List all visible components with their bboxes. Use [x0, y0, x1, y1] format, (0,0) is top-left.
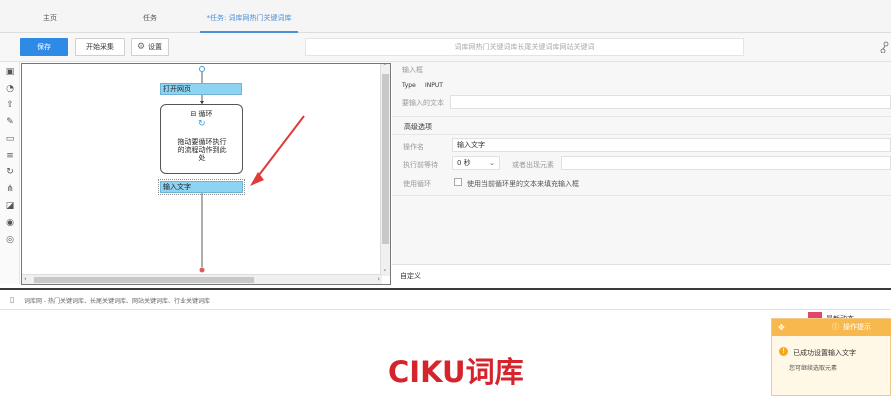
workflow-icon[interactable] — [880, 41, 891, 53]
end-tool-icon[interactable]: ◎ — [4, 234, 16, 246]
scroll-down-icon[interactable]: ˅ — [383, 269, 387, 277]
operation-name-label: 操作名 — [403, 143, 424, 151]
operation-tip-popup: ✥ ⓘ 操作提示 ! 已成功设置输入文字 您可继续选取元素 — [771, 318, 891, 396]
appear-element-field[interactable] — [561, 156, 891, 170]
flow-node-loop[interactable]: ⊟ 循环 ↻ 拖动要循环执行的流程动作到此处 — [160, 104, 243, 174]
hover-tool-icon[interactable]: ◪ — [4, 200, 16, 212]
scroll-up-icon[interactable]: ˄ — [383, 64, 387, 71]
left-toolbox: ▣ ◔ ⇧ ✎ ▭ ≡ ↻ ⋔ ◪ ◉ ◎ — [0, 62, 20, 284]
warning-icon: ! — [779, 347, 788, 356]
extract-tool-icon[interactable]: ⇧ — [4, 99, 16, 111]
scroll-right-icon[interactable]: › — [377, 275, 380, 283]
scroll-tool-icon[interactable]: ◉ — [4, 217, 16, 229]
loop-drop-hint: 拖动要循环执行的流程动作到此处 — [177, 138, 227, 162]
captcha-tool-icon[interactable]: ▭ — [4, 133, 16, 145]
open-page-tool-icon[interactable]: ▣ — [4, 66, 16, 78]
branch-tool-icon[interactable]: ⋔ — [4, 183, 16, 195]
url-input[interactable]: 词库网热门关键词库长尾关键词库网站关键词 — [305, 38, 744, 56]
input-tool-icon[interactable]: ✎ — [4, 116, 16, 128]
toolbar: 保存 开始采集 ⚙ 设置 词库网热门关键词库长尾关键词库网站关键词 — [0, 33, 891, 62]
browser-title-bar: ▯ 词库网 - 热门关键词库、长尾关键词库、网站关键词库、行业关键词库 — [0, 288, 891, 310]
input-text-label: 要输入的文本 — [402, 99, 444, 107]
canvas-horizontal-scrollbar[interactable]: ‹ › — [22, 274, 382, 284]
appear-element-label: 或者出现元素 — [512, 161, 554, 169]
wait-select[interactable]: 0 秒 ⌄ — [452, 156, 500, 170]
flow-node-input-text[interactable]: 输入文字 — [158, 179, 245, 195]
collapse-icon[interactable]: ⊟ — [190, 110, 196, 118]
vertical-scroll-thumb[interactable] — [382, 74, 389, 244]
loop-icon: ↻ — [198, 119, 206, 129]
use-loop-label: 使用循环 — [403, 180, 431, 188]
start-collect-button[interactable]: 开始采集 — [75, 38, 125, 56]
section-input-box: 输入框 — [402, 66, 423, 74]
loop-label: 循环 — [198, 110, 213, 118]
tip-header: ✥ ⓘ 操作提示 — [772, 319, 891, 336]
type-label: Type — [402, 82, 416, 89]
loop-tool-icon[interactable]: ↻ — [4, 166, 16, 178]
settings-label: 设置 — [148, 43, 162, 51]
divider — [392, 195, 891, 196]
flow-canvas[interactable]: 打开网页 ⊟ 循环 ↻ 拖动要循环执行的流程动作到此处 输入文字 ˄ ˅ ‹ › — [21, 63, 391, 285]
save-button[interactable]: 保存 — [20, 38, 68, 56]
switch-tool-icon[interactable]: ≡ — [4, 150, 16, 162]
click-tool-icon[interactable]: ◔ — [4, 83, 16, 95]
page-icon: ▯ — [10, 295, 15, 304]
browser-page-title: 词库网 - 热门关键词库、长尾关键词库、网站关键词库、行业关键词库 — [24, 298, 210, 305]
tab-home[interactable]: 主页 — [0, 0, 100, 33]
annotation-arrowhead — [250, 172, 264, 186]
annotation-arrow-line — [255, 115, 305, 180]
horizontal-scroll-thumb[interactable] — [34, 277, 254, 283]
tip-title: 操作提示 — [843, 323, 871, 331]
tip-sub: 您可继续选取元素 — [789, 365, 838, 372]
tab-bar: 主页 任务 *任务: 词库网热门关键词库长... — [0, 0, 891, 58]
operation-name-field[interactable]: 输入文字 — [452, 138, 891, 152]
tab-current-task[interactable]: *任务: 词库网热门关键词库长... — [200, 0, 298, 58]
divider — [392, 134, 891, 135]
move-icon[interactable]: ✥ — [778, 319, 785, 336]
tab-tasks[interactable]: 任务 — [100, 0, 200, 33]
custom-tab-bar: 自定义 — [392, 264, 891, 284]
type-value: INPUT — [425, 82, 443, 89]
ciku-logo: CIKU词库 — [388, 355, 524, 389]
use-loop-checkbox[interactable] — [454, 178, 462, 186]
tab-custom[interactable]: 自定义 — [400, 271, 421, 281]
tip-message: 已成功设置输入文字 — [793, 349, 856, 357]
settings-button[interactable]: ⚙ 设置 — [131, 38, 169, 56]
use-loop-text: 使用当前循环里的文本来填充输入框 — [467, 180, 579, 188]
flow-node-open-page[interactable]: 打开网页 — [160, 83, 242, 95]
wait-select-value: 0 秒 — [457, 159, 471, 167]
input-text-field[interactable] — [450, 95, 891, 109]
wait-before-label: 执行前等待 — [403, 161, 438, 169]
info-icon: ⓘ — [832, 323, 839, 331]
canvas-vertical-scrollbar[interactable]: ˄ ˅ — [380, 64, 390, 277]
gear-icon: ⚙ — [137, 42, 146, 52]
divider — [392, 116, 891, 117]
advanced-options-heading: 高级选项 — [404, 123, 432, 131]
scroll-left-icon[interactable]: ‹ — [24, 275, 27, 283]
chevron-down-icon: ⌄ — [489, 159, 495, 167]
